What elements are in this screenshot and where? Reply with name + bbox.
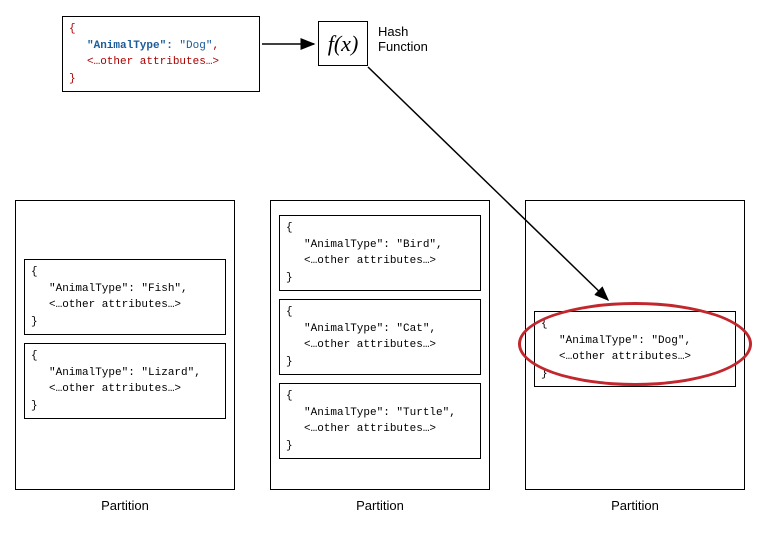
hash-function-box: f(x) [318, 21, 368, 66]
brace-close: } [69, 71, 253, 88]
partition-3-label: Partition [525, 498, 745, 513]
record-cat: { "AnimalType": "Cat", <…other attribute… [279, 299, 481, 375]
partition-1: { "AnimalType": "Fish", <…other attribut… [15, 200, 235, 490]
input-record: { "AnimalType": "Dog", <…other attribute… [62, 16, 260, 92]
input-value: "Dog" [179, 40, 212, 52]
partition-2-label: Partition [270, 498, 490, 513]
hash-symbol: f(x) [328, 31, 359, 57]
partition-1-label: Partition [15, 498, 235, 513]
record-dog: { "AnimalType": "Dog", <…other attribute… [534, 311, 736, 387]
partition-3: { "AnimalType": "Dog", <…other attribute… [525, 200, 745, 490]
input-key: "AnimalType" [87, 40, 166, 52]
record-fish: { "AnimalType": "Fish", <…other attribut… [24, 259, 226, 335]
partition-2: { "AnimalType": "Bird", <…other attribut… [270, 200, 490, 490]
record-lizard: { "AnimalType": "Lizard", <…other attrib… [24, 343, 226, 419]
brace-open: { [69, 21, 253, 38]
record-bird: { "AnimalType": "Bird", <…other attribut… [279, 215, 481, 291]
record-turtle: { "AnimalType": "Turtle", <…other attrib… [279, 383, 481, 459]
hash-function-label: Hash Function [378, 24, 428, 54]
input-other: <…other attributes…> [87, 56, 219, 68]
